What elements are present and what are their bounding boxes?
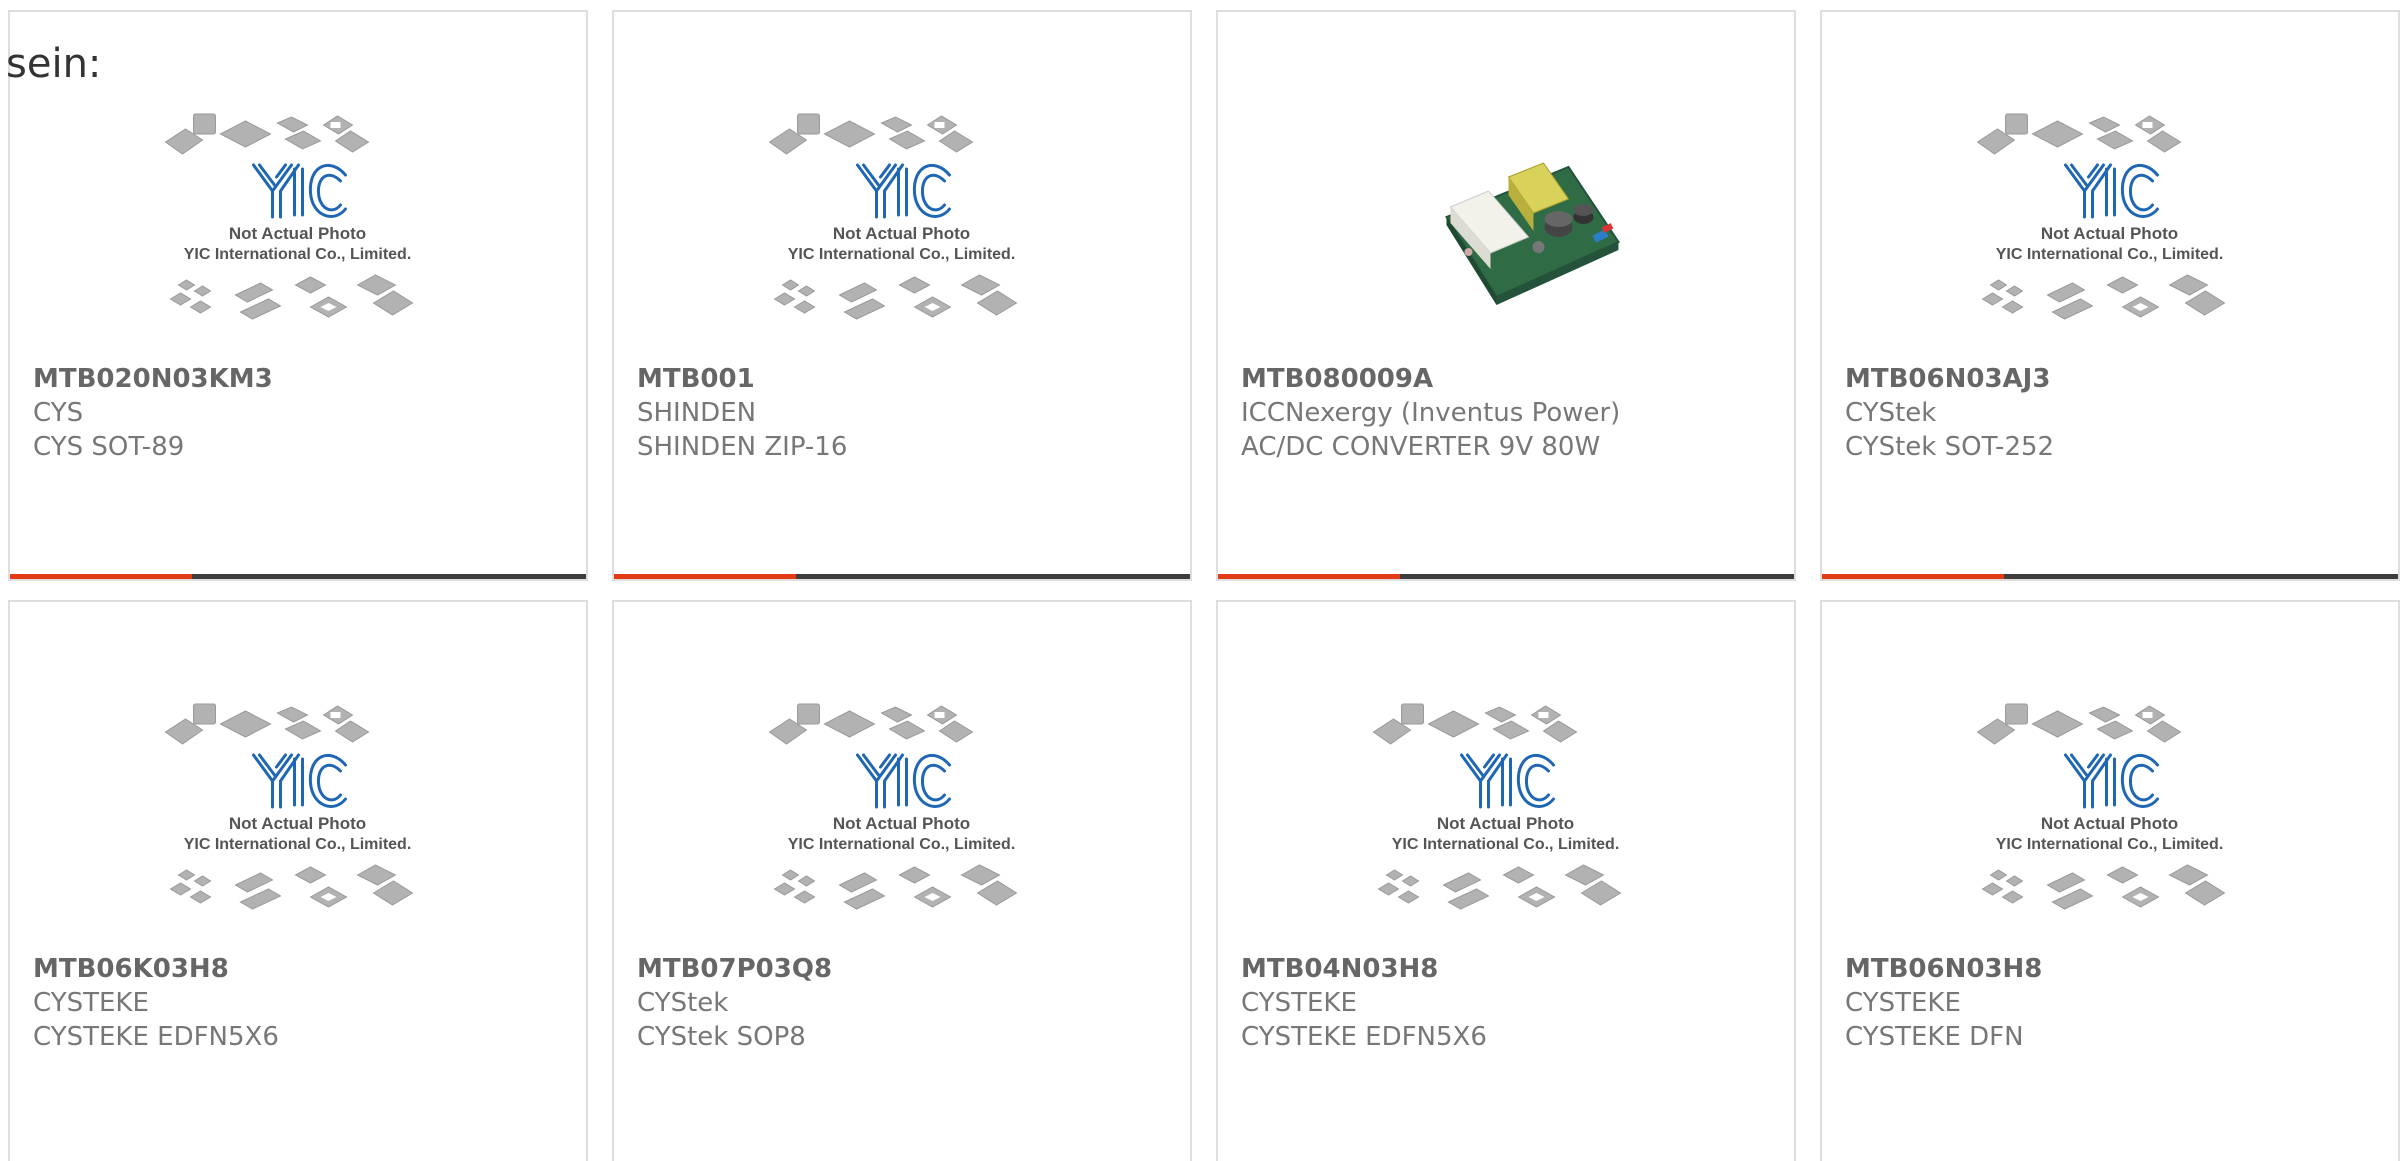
not-actual-photo-placeholder: Not Actual Photo YIC International Co., … <box>1976 113 2226 320</box>
part-number-link[interactable]: MTB06N03AJ3 <box>1845 362 2388 396</box>
placeholder-line2: YIC International Co., Limited. <box>1996 246 2224 263</box>
yic-logo-icon <box>252 753 347 809</box>
placeholder-line1: Not Actual Photo <box>229 224 366 243</box>
product-info: MTB06N03H8 CYSTEKE CYSTEKE DFN <box>1845 952 2388 1054</box>
part-number-link[interactable]: MTB06K03H8 <box>33 952 576 986</box>
product-card[interactable]: MTB080009A ICCNexergy (Inventus Power) AC/… <box>1216 10 1796 581</box>
product-info: MTB001 SHINDEN SHINDEN ZIP-16 <box>637 362 1180 464</box>
yic-logo-icon <box>1460 753 1555 809</box>
card-accent-bar <box>1218 574 1794 579</box>
not-actual-photo-placeholder: Not Actual Photo YIC International Co., … <box>768 113 1018 320</box>
placeholder-line2: YIC International Co., Limited. <box>184 836 412 853</box>
manufacturer: SHINDEN <box>637 398 757 428</box>
part-number-link[interactable]: MTB04N03H8 <box>1241 952 1784 986</box>
intro-text: sein: <box>6 41 102 87</box>
placeholder-line2: YIC International Co., Limited. <box>1392 836 1620 853</box>
placeholder-line1: Not Actual Photo <box>2041 814 2178 833</box>
not-actual-photo-placeholder: Not Actual Photo YIC International Co., … <box>164 113 414 320</box>
yic-logo-icon <box>2064 753 2159 809</box>
manufacturer: CYStek <box>637 988 729 1018</box>
description: CYS SOT-89 <box>33 432 185 462</box>
card-accent-bar <box>1822 574 2398 579</box>
description: SHINDEN ZIP-16 <box>637 432 848 462</box>
not-actual-photo-placeholder: Not Actual Photo YIC International Co., … <box>1372 703 1622 910</box>
manufacturer: CYSTEKE <box>33 988 149 1018</box>
yic-logo-icon <box>856 753 951 809</box>
part-number-link[interactable]: MTB080009A <box>1241 362 1784 396</box>
product-card[interactable]: Not Actual Photo YIC International Co., … <box>8 600 588 1161</box>
manufacturer: CYS <box>33 398 84 428</box>
product-grid-page: sein: Not Actual Photo YIC International… <box>0 0 2400 1161</box>
description: CYSTEKE DFN <box>1845 1022 2024 1052</box>
placeholder-line2: YIC International Co., Limited. <box>788 246 1016 263</box>
placeholder-line2: YIC International Co., Limited. <box>1996 836 2224 853</box>
part-number-link[interactable]: MTB001 <box>637 362 1180 396</box>
product-info: MTB080009A ICCNexergy (Inventus Power) AC/… <box>1241 362 1784 464</box>
card-accent-bar <box>614 574 1190 579</box>
product-card[interactable]: Not Actual Photo YIC International Co., … <box>612 600 1192 1161</box>
description: AC/DC CONVERTER 9V 80W <box>1241 432 1601 462</box>
not-actual-photo-placeholder: Not Actual Photo YIC International Co., … <box>1976 703 2226 910</box>
placeholder-line2: YIC International Co., Limited. <box>788 836 1016 853</box>
manufacturer: CYSTEKE <box>1845 988 1961 1018</box>
placeholder-line1: Not Actual Photo <box>833 224 970 243</box>
product-info: MTB04N03H8 CYSTEKE CYSTEKE EDFN5X6 <box>1241 952 1784 1054</box>
yic-logo-icon <box>2064 163 2159 219</box>
description: CYSTEKE EDFN5X6 <box>1241 1022 1487 1052</box>
product-card[interactable]: Not Actual Photo YIC International Co., … <box>1820 600 2400 1161</box>
placeholder-line1: Not Actual Photo <box>229 814 366 833</box>
placeholder-line2: YIC International Co., Limited. <box>184 246 412 263</box>
product-card[interactable]: Not Actual Photo YIC International Co., … <box>1820 10 2400 581</box>
placeholder-line1: Not Actual Photo <box>833 814 970 833</box>
yic-logo-icon <box>856 163 951 219</box>
placeholder-line1: Not Actual Photo <box>1437 814 1574 833</box>
manufacturer: CYStek <box>1845 398 1937 428</box>
product-info: MTB020N03KM3 CYS CYS SOT-89 <box>33 362 576 464</box>
product-card[interactable]: Not Actual Photo YIC International Co., … <box>1216 600 1796 1161</box>
placeholder-line1: Not Actual Photo <box>2041 224 2178 243</box>
product-card[interactable]: Not Actual Photo YIC International Co., … <box>8 10 588 581</box>
product-card[interactable]: Not Actual Photo YIC International Co., … <box>612 10 1192 581</box>
manufacturer: CYSTEKE <box>1241 988 1357 1018</box>
product-info: MTB07P03Q8 CYStek CYStek SOP8 <box>637 952 1180 1054</box>
power-supply-photo <box>1445 162 1620 305</box>
not-actual-photo-placeholder: Not Actual Photo YIC International Co., … <box>768 703 1018 910</box>
part-number-link[interactable]: MTB06N03H8 <box>1845 952 2388 986</box>
description: CYSTEKE EDFN5X6 <box>33 1022 279 1052</box>
manufacturer: ICCNexergy (Inventus Power) <box>1241 398 1621 428</box>
product-info: MTB06N03AJ3 CYStek CYStek SOT-252 <box>1845 362 2388 464</box>
description: CYStek SOT-252 <box>1845 432 2055 462</box>
part-number-link[interactable]: MTB07P03Q8 <box>637 952 1180 986</box>
not-actual-photo-placeholder: Not Actual Photo YIC International Co., … <box>164 703 414 910</box>
product-info: MTB06K03H8 CYSTEKE CYSTEKE EDFN5X6 <box>33 952 576 1054</box>
description: CYStek SOP8 <box>637 1022 806 1052</box>
yic-logo-icon <box>252 163 347 219</box>
part-number-link[interactable]: MTB020N03KM3 <box>33 362 576 396</box>
card-accent-bar <box>10 574 586 579</box>
